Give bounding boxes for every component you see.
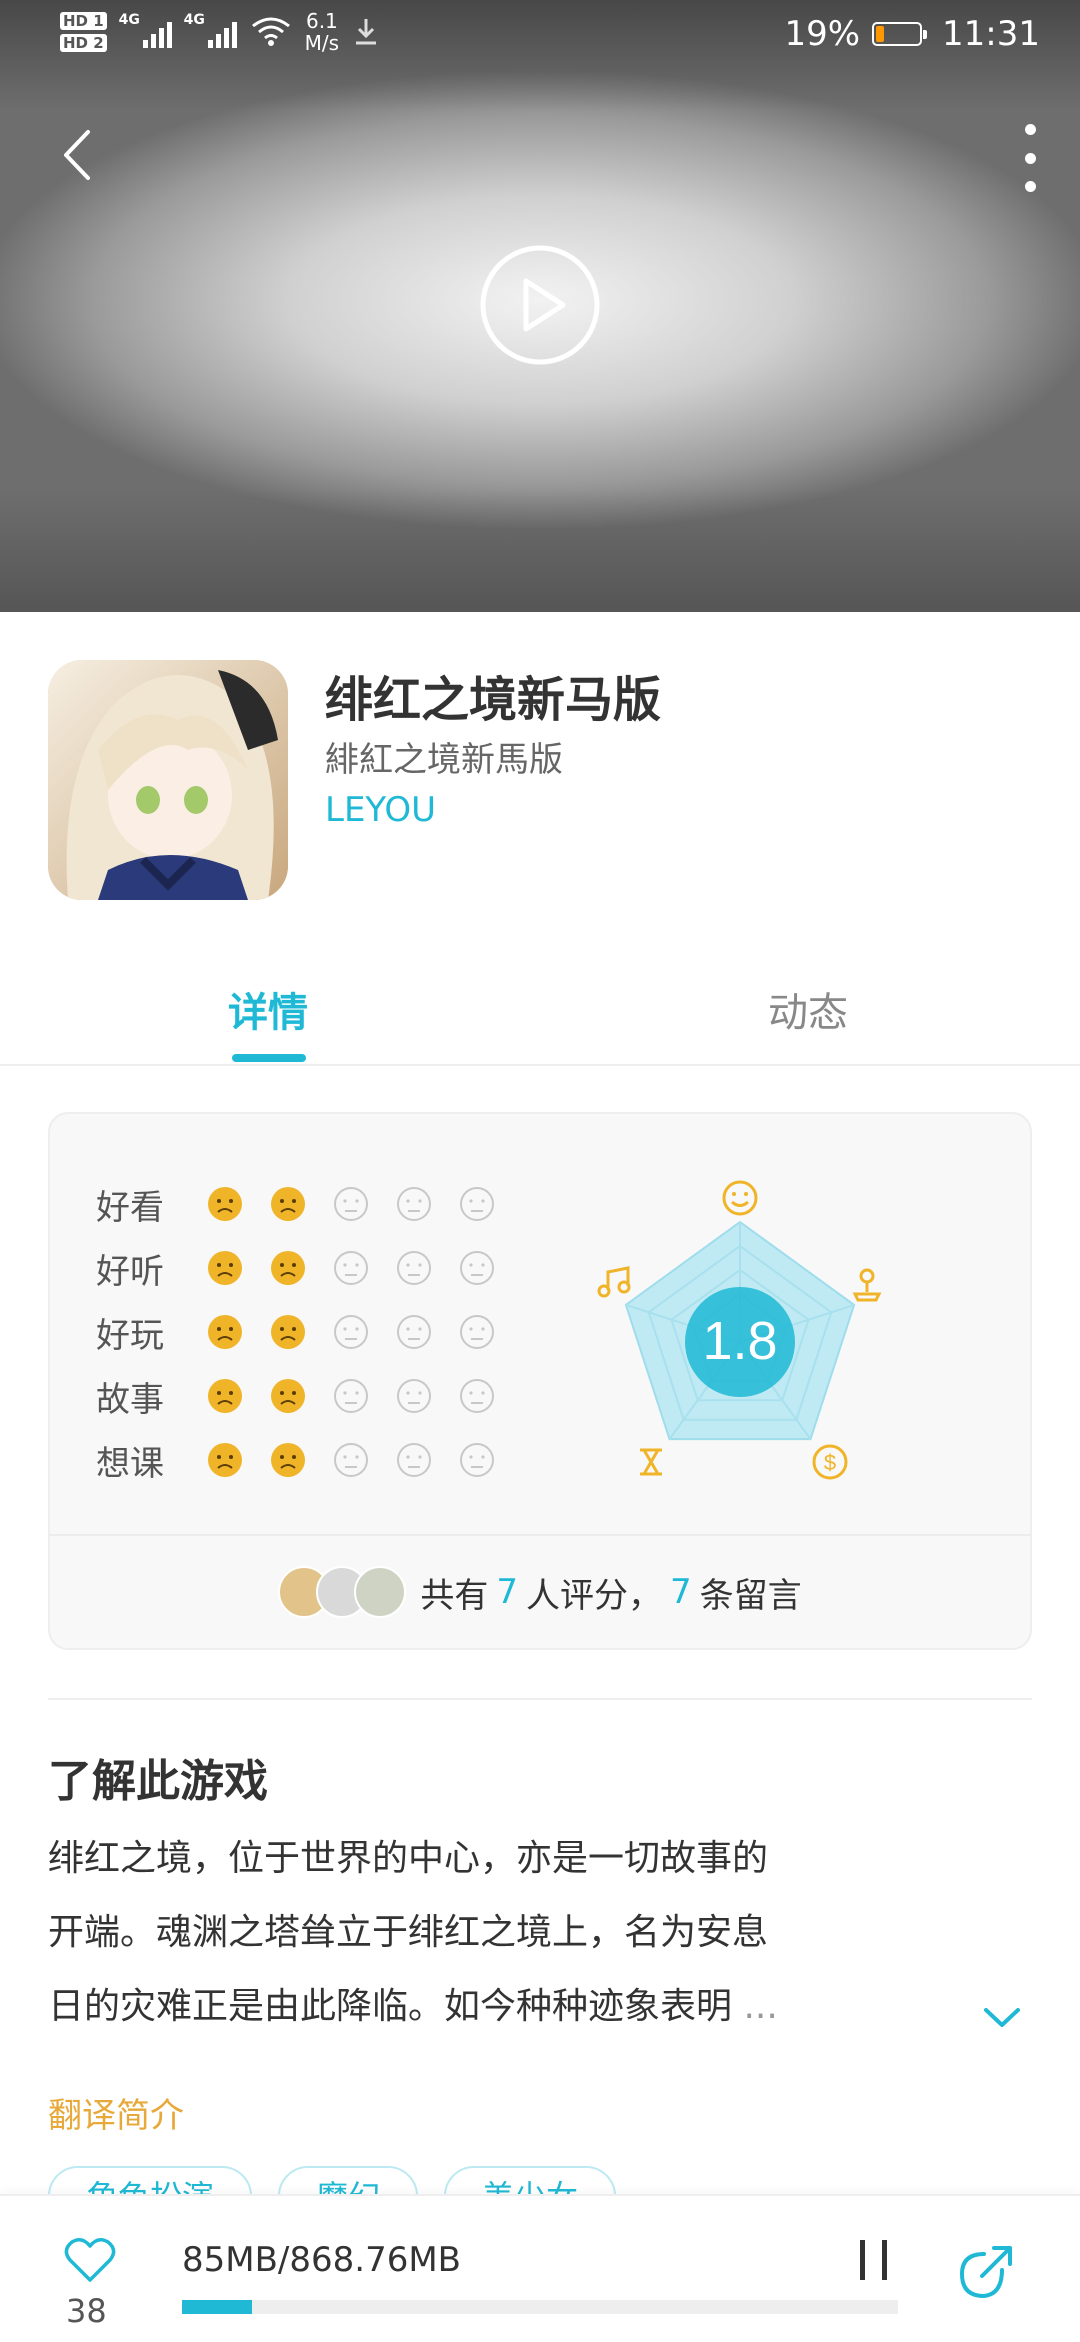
sad-face-icon xyxy=(208,1315,242,1349)
signal-icon-2: 4G xyxy=(184,12,237,48)
neutral-face-icon xyxy=(397,1443,431,1477)
sad-face-icon xyxy=(271,1187,305,1221)
rating-rows: 好看好听好玩故事想课 xyxy=(96,1172,521,1492)
sad-face-icon xyxy=(271,1315,305,1349)
neutral-face-icon xyxy=(460,1187,494,1221)
raters-count: 7 xyxy=(496,1572,518,1612)
tab-details[interactable]: 详情 xyxy=(228,980,308,1038)
neutral-face-icon xyxy=(334,1379,368,1413)
status-bar: HD 1 HD 2 4G 4G 6.1 M/s 19% 11:31 xyxy=(0,0,1080,72)
neutral-face-icon xyxy=(397,1251,431,1285)
tab-activity[interactable]: 动态 xyxy=(768,980,848,1038)
joystick-icon xyxy=(852,1268,882,1302)
download-status: 85MB/868.76MB xyxy=(182,2240,462,2280)
app-icon xyxy=(48,660,288,900)
download-progress-bar xyxy=(182,2300,898,2314)
ellipsis: ... xyxy=(743,1986,778,2027)
neutral-face-icon xyxy=(397,1315,431,1349)
neutral-face-icon xyxy=(334,1315,368,1349)
rating-summary[interactable]: 共有 7 人评分， 7 条留言 xyxy=(50,1534,1030,1650)
neutral-face-icon xyxy=(460,1315,494,1349)
app-subtitle: 緋紅之境新馬版 xyxy=(325,740,563,780)
battery-percent: 19% xyxy=(784,14,861,54)
sad-face-icon xyxy=(208,1251,242,1285)
raters-suffix: 人评分， xyxy=(526,1575,662,1616)
rating-category-label: 好看 xyxy=(96,1187,164,1228)
clock: 11:31 xyxy=(942,14,1040,54)
rating-category-label: 好听 xyxy=(96,1251,164,1292)
download-progress-fill xyxy=(182,2300,253,2314)
rating-row: 故事 xyxy=(96,1364,521,1428)
chevron-down-icon[interactable] xyxy=(980,1998,1024,2038)
tab-bar: 详情 动态 xyxy=(0,930,1080,1066)
sad-face-icon xyxy=(208,1187,242,1221)
summary-prefix: 共有 xyxy=(420,1575,489,1616)
hd2-badge: HD 2 xyxy=(60,34,107,52)
share-icon[interactable] xyxy=(956,2240,1018,2302)
rating-row: 好听 xyxy=(96,1236,521,1300)
battery-icon xyxy=(872,22,928,46)
avatar xyxy=(354,1566,407,1618)
more-vertical-icon[interactable] xyxy=(1010,118,1050,198)
translate-link[interactable]: 翻译简介 xyxy=(48,2088,184,2137)
coin-icon: $ xyxy=(812,1444,848,1480)
hd1-badge: HD 1 xyxy=(60,12,107,30)
sad-face-icon xyxy=(271,1251,305,1285)
divider xyxy=(48,1698,1032,1700)
download-status-icon xyxy=(356,19,377,45)
network-type-1: 4G xyxy=(118,12,140,28)
rating-row: 好看 xyxy=(96,1172,521,1236)
music-note-icon xyxy=(597,1266,631,1298)
rating-row: 想课 xyxy=(96,1428,521,1492)
sad-face-icon xyxy=(271,1443,305,1477)
heart-icon[interactable] xyxy=(64,2236,116,2284)
hd-indicator: HD 1 HD 2 xyxy=(60,12,107,52)
comments-count: 7 xyxy=(670,1572,692,1612)
hourglass-icon xyxy=(640,1448,662,1476)
rating-category-label: 想课 xyxy=(96,1443,164,1484)
pause-icon[interactable] xyxy=(854,2236,894,2286)
rating-row: 好玩 xyxy=(96,1300,521,1364)
description-line: 日的灾难正是由此降临。如今种种迹象表明 xyxy=(48,1986,733,2027)
description-line: 绯红之境，位于世界的中心，亦是一切故事的 xyxy=(48,1838,769,1879)
bottom-action-bar: 38 85MB/868.76MB xyxy=(0,2194,1080,2342)
description-line: 开端。魂渊之塔耸立于绯红之境上，名为安息 xyxy=(48,1912,769,1953)
neutral-face-icon xyxy=(397,1187,431,1221)
network-speed: 6.1 M/s xyxy=(304,9,340,55)
rating-card[interactable]: 好看 好听 好玩 故事 想课 1.8 $ 共有 7 人评分， 7 条留言 xyxy=(48,1112,1032,1650)
signal-icon: 4G xyxy=(119,12,172,48)
rating-radar-chart: 1.8 $ xyxy=(597,1180,882,1480)
neutral-face-icon xyxy=(460,1379,494,1413)
rating-score: 1.8 xyxy=(702,1311,777,1371)
app-title: 绯红之境新马版 xyxy=(325,672,662,728)
comments-suffix: 条留言 xyxy=(699,1575,802,1616)
developer-link[interactable]: LEYOU xyxy=(325,790,436,830)
back-arrow-icon[interactable] xyxy=(50,120,110,190)
sad-face-icon xyxy=(208,1379,242,1413)
play-icon[interactable] xyxy=(479,244,601,366)
svg-text:$: $ xyxy=(824,1450,836,1475)
about-title: 了解此游戏 xyxy=(48,1756,268,1807)
tab-indicator xyxy=(232,1054,306,1062)
wifi-icon xyxy=(251,17,290,46)
favorite-count: 38 xyxy=(66,2292,107,2330)
neutral-face-icon xyxy=(334,1187,368,1221)
neutral-face-icon xyxy=(460,1251,494,1285)
neutral-face-icon xyxy=(460,1443,494,1477)
neutral-face-icon xyxy=(397,1379,431,1413)
rating-category-label: 好玩 xyxy=(96,1315,164,1356)
sad-face-icon xyxy=(208,1443,242,1477)
about-description: 绯红之境，位于世界的中心，亦是一切故事的 开端。魂渊之塔耸立于绯红之境上，名为安… xyxy=(48,1822,908,2044)
neutral-face-icon xyxy=(334,1443,368,1477)
neutral-face-icon xyxy=(334,1251,368,1285)
rating-category-label: 故事 xyxy=(96,1379,164,1420)
smile-icon xyxy=(722,1180,758,1216)
sad-face-icon xyxy=(271,1379,305,1413)
rater-avatars xyxy=(278,1566,407,1618)
network-type-2: 4G xyxy=(183,12,205,28)
